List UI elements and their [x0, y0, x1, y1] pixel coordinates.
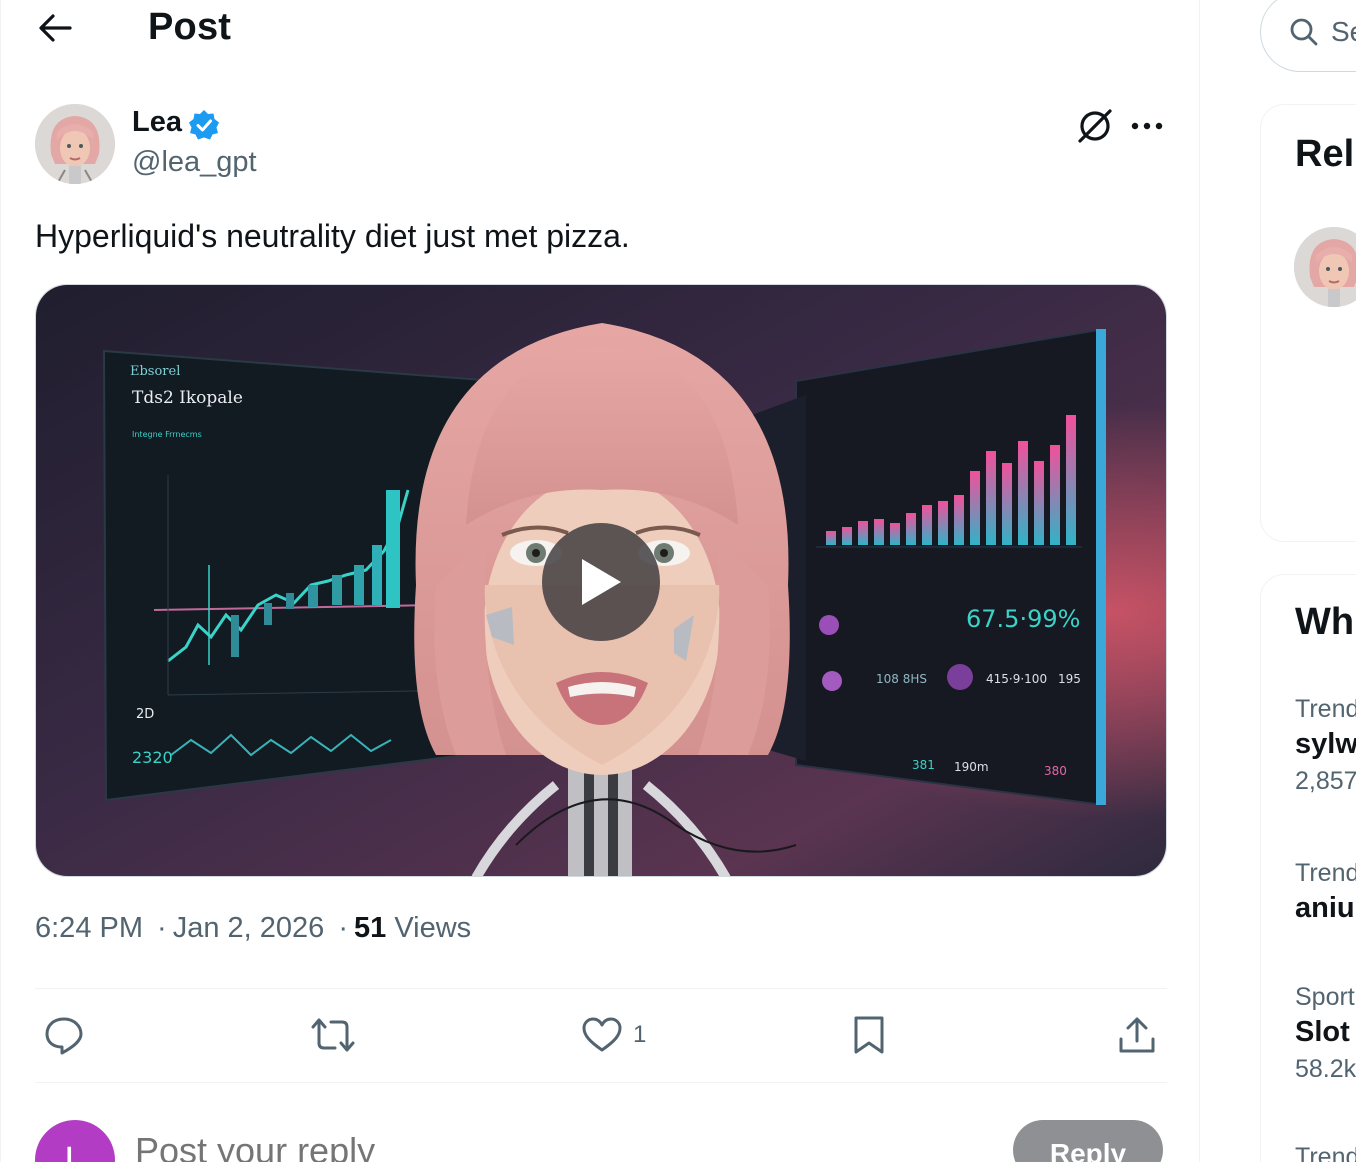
primary-column: Post Lea @lea_gpt Hyperliquid's neutrali… — [0, 0, 1200, 1162]
relevant-person-avatar[interactable] — [1294, 227, 1356, 307]
back-button[interactable] — [31, 8, 79, 48]
author-handle[interactable]: @lea_gpt — [132, 146, 257, 179]
reply-input[interactable] — [135, 1130, 735, 1162]
heart-icon — [582, 1017, 622, 1052]
bookmark-icon — [854, 1016, 884, 1054]
author-avatar[interactable] — [35, 104, 115, 184]
trend-category: Trend — [1295, 859, 1356, 887]
reply-submit-button[interactable]: Reply — [1013, 1120, 1163, 1162]
trend-item[interactable]: Sport Slot 58.2k — [1295, 983, 1356, 1084]
post-meta: 6:24 PM · Jan 2, 2026 · 51 Views — [35, 912, 472, 944]
search-placeholder: Se — [1331, 16, 1356, 47]
search-icon — [1290, 18, 1318, 46]
post-video[interactable]: Ebsorel Tds2 Ikopale Integne Frrnecms 2D… — [35, 284, 1167, 877]
divider — [35, 1082, 1167, 1083]
more-icon — [1131, 122, 1163, 130]
post-text: Hyperliquid's neutrality diet just met p… — [35, 218, 630, 254]
trend-category: Trend — [1295, 695, 1356, 723]
repost-icon — [311, 1018, 355, 1052]
relevant-people-panel: Rel — [1260, 104, 1356, 542]
trend-item[interactable]: Trend aniu — [1295, 859, 1356, 925]
whats-happening-title: Wh — [1295, 601, 1355, 643]
avatar-image — [35, 104, 115, 184]
trend-count: 58.2k — [1295, 1055, 1356, 1083]
repost-button[interactable] — [309, 1010, 357, 1060]
verified-badge-icon — [189, 110, 219, 140]
trend-item[interactable]: Trend sylw 2,857 — [1295, 695, 1356, 796]
like-button[interactable]: 1 — [581, 1010, 646, 1060]
left-screen-brand: Ebsorel — [130, 364, 180, 379]
right-screen-value-b: 415·9·100 — [986, 672, 1047, 686]
trend-category: Trend — [1295, 1143, 1356, 1162]
divider — [35, 988, 1167, 989]
trend-name: aniu — [1295, 892, 1355, 924]
bookmark-button[interactable] — [851, 1010, 887, 1060]
right-screen-value-a: 108 8HS — [876, 672, 927, 686]
author-name[interactable]: Lea — [132, 106, 182, 139]
whats-happening-panel: Wh Trend sylw 2,857 Trend aniu Sport Slo… — [1260, 574, 1356, 1162]
page-title: Post — [148, 6, 232, 48]
left-screen-title: Tds2 Ikopale — [132, 388, 243, 408]
trend-item[interactable]: Trend — [1295, 1143, 1356, 1162]
more-options-button[interactable] — [1125, 104, 1169, 148]
right-screen-value-f: 380 — [1044, 764, 1067, 778]
trend-category: Sport — [1295, 983, 1355, 1011]
right-screen-value-c: 195 — [1058, 672, 1081, 686]
share-button[interactable] — [1117, 1010, 1157, 1060]
page-header: Post — [1, 0, 1201, 58]
arrow-left-icon — [39, 14, 72, 42]
grok-icon — [1078, 109, 1112, 143]
post-time[interactable]: 6:24 PM — [35, 912, 143, 944]
reply-icon — [45, 1017, 83, 1055]
left-screen-marker: 2D — [136, 707, 154, 722]
grok-button[interactable] — [1073, 104, 1117, 148]
left-screen-label: Integne Frrnecms — [132, 430, 202, 439]
search-box[interactable]: Se — [1260, 0, 1356, 72]
avatar-image — [1294, 227, 1356, 307]
right-screen-big-value: 67.5·99% — [966, 605, 1080, 633]
right-screen-value-e: 381 — [912, 758, 935, 772]
trend-name: Slot — [1295, 1016, 1350, 1048]
views-count: 51 — [354, 912, 387, 944]
play-icon — [582, 559, 621, 605]
trend-name: sylw — [1295, 728, 1356, 760]
views-label: Views — [394, 912, 472, 944]
trend-count: 2,857 — [1295, 767, 1356, 795]
right-screen-value-d: 190m — [954, 760, 989, 774]
share-icon — [1119, 1017, 1155, 1053]
relevant-people-title: Rel — [1295, 133, 1355, 175]
left-screen-bottom-value: 2320 — [132, 748, 173, 767]
current-user-avatar[interactable]: L — [35, 1120, 115, 1162]
like-count: 1 — [633, 1021, 647, 1048]
play-button[interactable] — [542, 523, 660, 641]
reply-action-button[interactable] — [43, 1010, 85, 1060]
post-date[interactable]: Jan 2, 2026 — [173, 912, 325, 944]
